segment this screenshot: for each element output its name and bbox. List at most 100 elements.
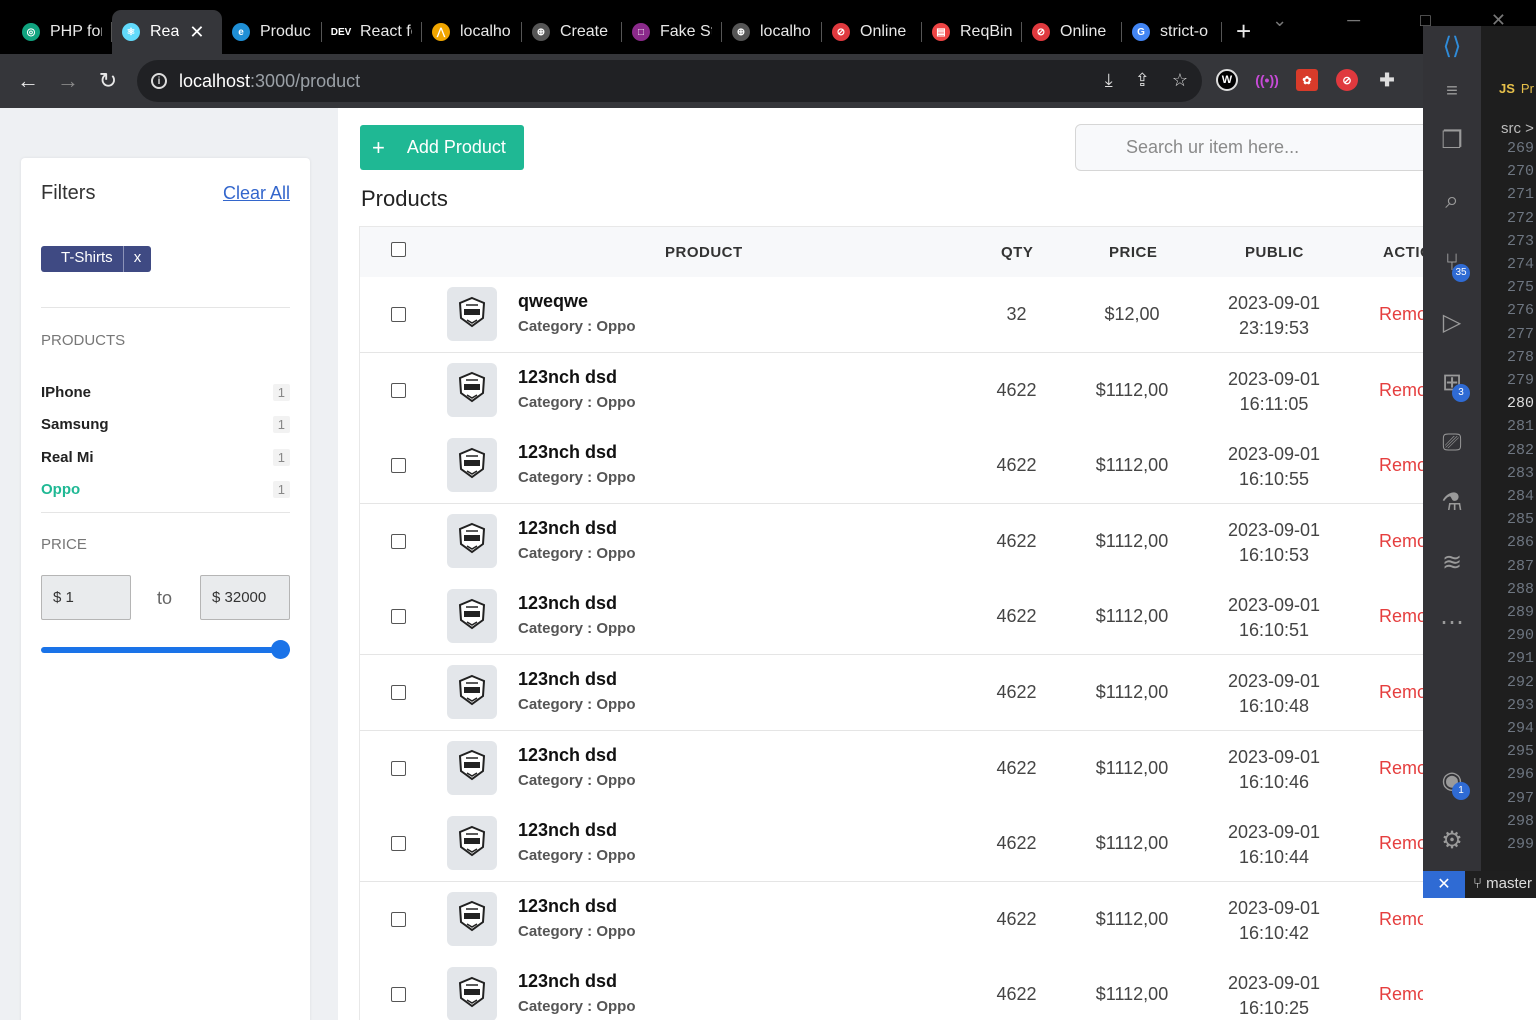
gitlens-icon[interactable]: ≋ [1437, 548, 1467, 578]
column-header-qty[interactable]: QTY [1001, 244, 1033, 261]
price-slider-handle[interactable] [271, 640, 290, 659]
editor-breadcrumb[interactable]: src > [1501, 120, 1534, 137]
git-branch[interactable]: ⑂ master [1473, 875, 1532, 892]
browser-tab[interactable]: ⊕ localho [722, 10, 822, 54]
remove-button[interactable]: Remove [1379, 758, 1424, 779]
online-icon: ⊘ [1032, 23, 1050, 41]
browser-tab[interactable]: ⚛ Rea ✕ [112, 10, 222, 54]
reload-icon[interactable]: ↻ [88, 68, 128, 94]
browser-tab[interactable]: ⋀ localho [422, 10, 522, 54]
divider [41, 307, 290, 308]
extensions-puzzle-icon[interactable]: ✚ [1376, 69, 1398, 91]
browser-tab[interactable]: ▤ ReqBin [922, 10, 1022, 54]
product-category: Category : Oppo [518, 620, 636, 638]
settings-gear-icon[interactable]: ⚙ [1437, 826, 1467, 856]
explorer-icon[interactable]: ❐ [1437, 126, 1467, 156]
menu-icon[interactable]: ≡ [1437, 76, 1467, 106]
install-app-icon[interactable]: ⤓ [1105, 70, 1113, 91]
editor-tab[interactable]: JS Pr [1499, 81, 1534, 96]
source-control-badge: 35 [1452, 264, 1470, 282]
row-checkbox[interactable] [391, 382, 406, 398]
share-icon[interactable]: ⇪ [1135, 70, 1150, 91]
remove-button[interactable]: Remove [1379, 984, 1424, 1005]
product-qty: 4622 [996, 606, 1037, 627]
remove-button[interactable]: Remove [1379, 380, 1424, 401]
brand-logo-icon [456, 522, 488, 559]
clear-all-link[interactable]: Clear All [223, 183, 290, 204]
browser-tab[interactable]: DEV React fo [322, 10, 422, 54]
back-icon[interactable]: ← [8, 68, 48, 94]
browser-tab[interactable]: ◎ PHP for [12, 10, 112, 54]
brand-filter-item[interactable]: Real Mi 1 [41, 447, 290, 467]
column-header-product[interactable]: PRODUCT [665, 244, 743, 261]
tab-label: Produc [260, 23, 311, 40]
line-number: 280 [1507, 395, 1535, 413]
close-tab-icon[interactable]: ✕ [189, 22, 204, 43]
remove-button[interactable]: Remove [1379, 682, 1424, 703]
select-all-checkbox[interactable] [391, 242, 406, 257]
add-product-button[interactable]: + Add Product [360, 125, 524, 170]
price-slider-track[interactable] [41, 647, 290, 653]
bookmark-star-icon[interactable]: ☆ [1172, 70, 1188, 91]
column-header-price[interactable]: PRICE [1109, 244, 1157, 261]
online-extension-icon[interactable]: ⊘ [1336, 69, 1358, 91]
testing-icon[interactable]: ⚗ [1437, 488, 1467, 518]
broadcast-extension-icon[interactable]: ((•)) [1255, 69, 1279, 91]
brand-filter-item[interactable]: Samsung 1 [41, 414, 290, 434]
address-bar[interactable]: i localhost:3000/product ⤓ ⇪ ☆ [137, 60, 1202, 102]
tab-label: Online [860, 23, 907, 40]
remove-button[interactable]: Remove [1379, 531, 1424, 552]
run-debug-icon[interactable]: ▷ [1437, 308, 1467, 338]
plus-icon: + [372, 134, 385, 160]
url-host: localhost [179, 70, 251, 91]
row-checkbox[interactable] [391, 458, 406, 474]
search-input[interactable] [1075, 124, 1424, 171]
browser-tab[interactable]: ⊘ Online [822, 10, 922, 54]
tab-label: localho [460, 23, 511, 40]
more-icon[interactable]: ⋯ [1437, 608, 1467, 638]
row-checkbox[interactable] [391, 533, 406, 549]
brand-filter-item[interactable]: Oppo 1 [41, 479, 290, 499]
product-qty: 4622 [996, 379, 1037, 400]
wappalyzer-extension-icon[interactable]: W [1216, 69, 1238, 91]
minimize-icon[interactable]: ─ [1347, 10, 1360, 31]
row-checkbox[interactable] [391, 760, 406, 776]
price-max-input[interactable]: $ 32000 [200, 575, 290, 620]
product-name: 123nch dsd [518, 593, 618, 614]
browser-tab[interactable]: e Produc [222, 10, 322, 54]
browser-tab[interactable]: □ Fake St [622, 10, 722, 54]
remote-indicator-icon[interactable]: ✕ [1423, 871, 1465, 898]
line-number: 270 [1507, 163, 1535, 181]
remote-explorer-icon[interactable]: ⎚ [1437, 428, 1467, 458]
row-checkbox[interactable] [391, 609, 406, 625]
chip-remove-button[interactable]: x [124, 246, 152, 272]
remove-button[interactable]: Remove [1379, 606, 1424, 627]
table-row: 123nch dsd Category : Oppo 4622 $1112,00 202… [360, 579, 1424, 656]
browser-tab[interactable]: ⊘ Online [1022, 10, 1122, 54]
line-number: 272 [1507, 209, 1535, 227]
row-checkbox[interactable] [391, 307, 406, 322]
search-icon[interactable]: ⌕ [1437, 186, 1467, 216]
row-checkbox[interactable] [391, 911, 406, 927]
row-checkbox[interactable] [391, 685, 406, 700]
puzzle-extension-icon[interactable]: ✿ [1296, 69, 1318, 91]
remove-button[interactable]: Remove [1379, 304, 1424, 325]
browser-tab[interactable]: ⊕ Create [522, 10, 622, 54]
row-checkbox[interactable] [391, 987, 406, 1003]
new-tab-icon[interactable]: + [1236, 16, 1251, 47]
brand-filter-item[interactable]: IPhone 1 [41, 382, 290, 402]
remove-button[interactable]: Remove [1379, 833, 1424, 854]
product-category: Category : Oppo [518, 544, 636, 562]
remove-button[interactable]: Remove [1379, 455, 1424, 476]
site-info-icon[interactable]: i [151, 73, 167, 89]
public-date: 2023-09-01 [1227, 897, 1321, 918]
browser-tab[interactable]: Gstrict-o [1122, 10, 1222, 54]
product-name: 123nch dsd [518, 669, 618, 689]
price-min-input[interactable]: $ 1 [41, 575, 131, 620]
tab-search-icon[interactable]: ⌄ [1272, 10, 1287, 31]
remove-button[interactable]: Remove [1379, 909, 1424, 930]
forward-icon[interactable]: → [48, 68, 88, 94]
row-checkbox[interactable] [391, 836, 406, 852]
product-price: $1112,00 [1095, 984, 1169, 1005]
column-header-public[interactable]: PUBLIC [1245, 244, 1304, 261]
